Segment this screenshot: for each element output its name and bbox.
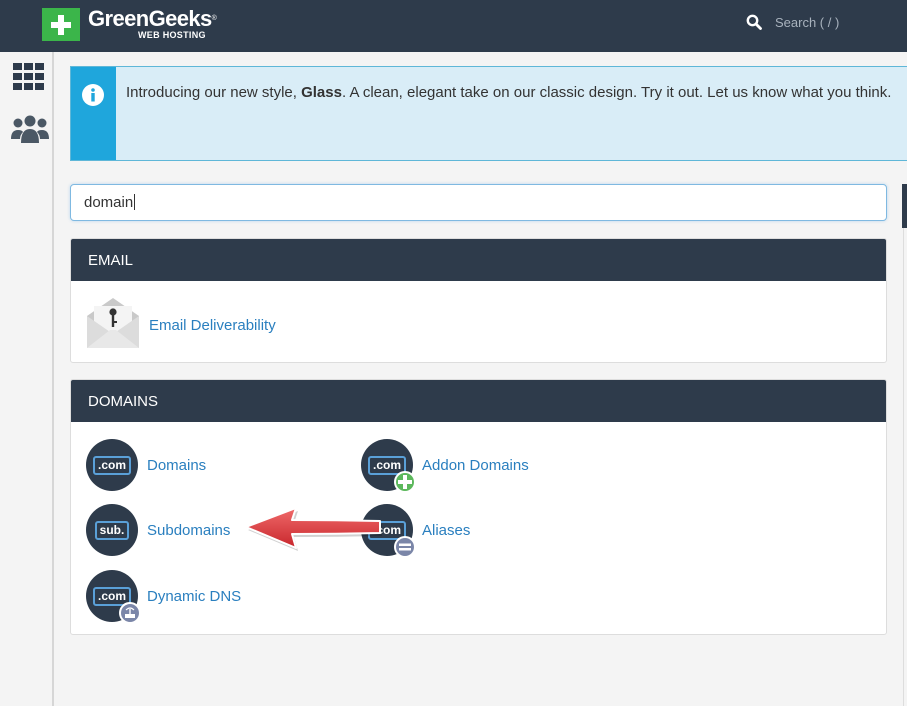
domains-link[interactable]: .com Domains <box>86 439 206 491</box>
dynamic-dns-icon: .com <box>86 570 141 624</box>
subdomains-link[interactable]: sub. Subdomains <box>86 504 230 556</box>
plus-badge-icon <box>394 471 416 493</box>
router-badge-icon <box>119 602 141 624</box>
top-search[interactable]: Search ( / ) <box>746 14 839 30</box>
brand-name: GreenGeeks® <box>88 6 217 31</box>
item-label[interactable]: Domains <box>147 457 206 474</box>
section-title: DOMAINS <box>71 380 886 422</box>
minus-badge-icon <box>394 536 416 558</box>
envelope-key-icon <box>86 296 140 355</box>
email-deliverability-link[interactable]: Email Deliverability <box>86 296 276 355</box>
plus-logo-icon <box>42 8 80 41</box>
brand-logo[interactable]: GreenGeeks® WEB HOSTING <box>42 6 217 41</box>
addon-domains-icon: .com <box>361 439 416 493</box>
search-icon <box>746 14 762 30</box>
right-panel-border <box>903 228 907 706</box>
item-label[interactable]: Email Deliverability <box>149 317 276 334</box>
sidebar <box>0 52 54 706</box>
right-panel-edge <box>902 184 907 228</box>
subdomains-icon: sub. <box>86 504 138 556</box>
annotation-arrow-icon <box>245 507 382 551</box>
grid-icon[interactable] <box>12 62 46 97</box>
email-section: EMAIL Email Deliverability <box>70 238 887 363</box>
domains-section: DOMAINS .com Domains .com Addon Domains … <box>70 379 887 635</box>
notice-text: Introducing our new style, Glass. A clea… <box>126 84 892 101</box>
brand-sub: WEB HOSTING <box>138 30 206 40</box>
info-notice: Introducing our new style, Glass. A clea… <box>70 66 907 161</box>
search-label[interactable]: Search ( / ) <box>775 15 839 30</box>
search-input[interactable]: domain <box>70 184 887 221</box>
domains-icon: .com <box>86 439 138 491</box>
top-bar: GreenGeeks® WEB HOSTING Search ( / ) <box>0 0 907 52</box>
item-label[interactable]: Addon Domains <box>422 457 529 474</box>
dynamic-dns-link[interactable]: .com Dynamic DNS <box>86 570 241 624</box>
item-label[interactable]: Aliases <box>422 522 470 539</box>
addon-domains-link[interactable]: .com Addon Domains <box>361 439 529 493</box>
item-label[interactable]: Subdomains <box>147 522 230 539</box>
info-icon <box>82 84 104 111</box>
users-icon[interactable] <box>10 115 50 150</box>
notice-bar <box>71 67 116 160</box>
section-title: EMAIL <box>71 239 886 281</box>
item-label[interactable]: Dynamic DNS <box>147 588 241 605</box>
